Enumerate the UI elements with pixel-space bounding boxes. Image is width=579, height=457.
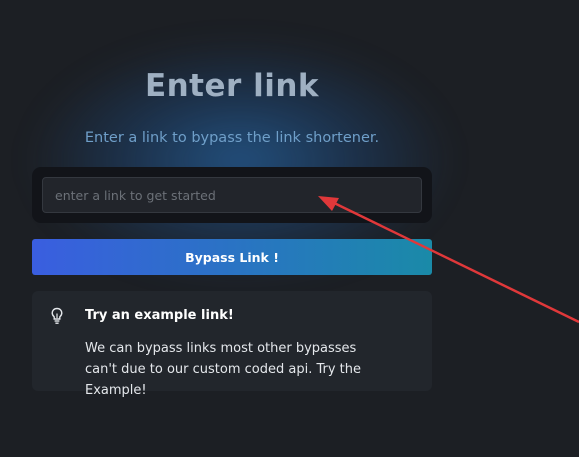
- example-card-text: We can bypass links most other bypasses …: [85, 341, 362, 398]
- example-card-title: Try an example link!: [85, 308, 234, 323]
- example-link-card[interactable]: Try an example link! We can bypass links…: [32, 291, 432, 398]
- link-input[interactable]: [42, 177, 422, 213]
- lightbulb-icon: [50, 307, 64, 325]
- page-subtitle: Enter a link to bypass the link shortene…: [84, 130, 380, 146]
- link-input-container: [32, 167, 432, 223]
- page-title: Enter link: [144, 68, 320, 104]
- bypass-link-button[interactable]: Bypass Link !: [32, 239, 432, 275]
- page: Enter link Enter a link to bypass the li…: [0, 0, 579, 457]
